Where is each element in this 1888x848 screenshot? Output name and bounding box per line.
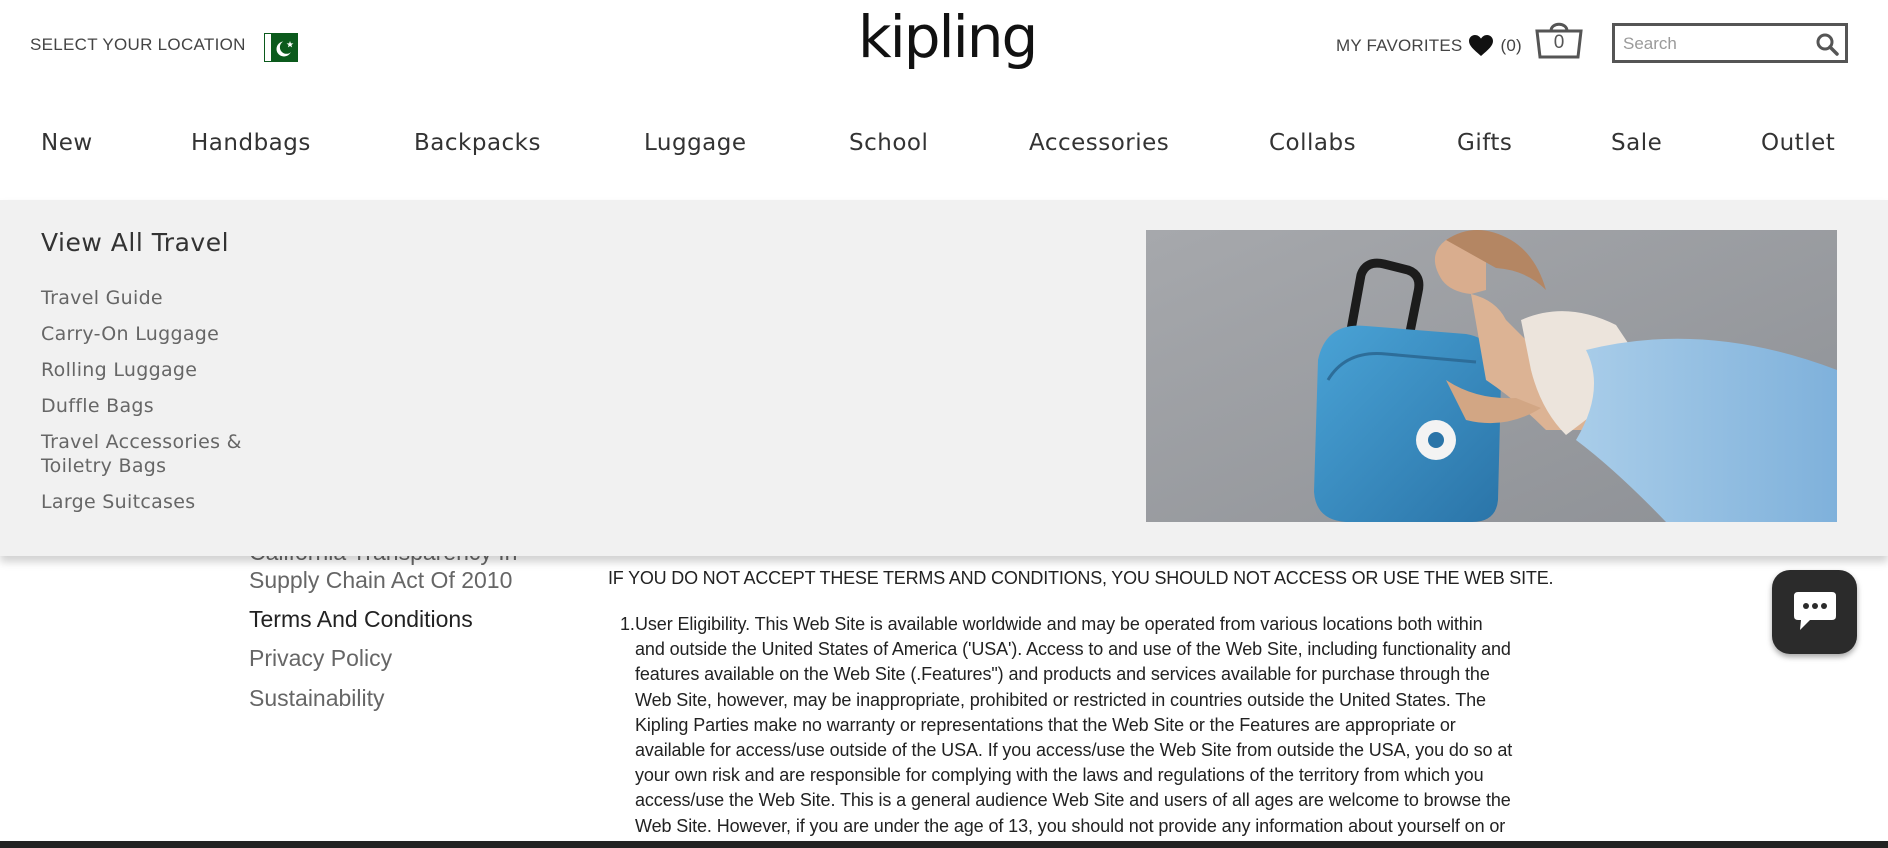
nav-item-collabs[interactable]: Collabs <box>1269 130 1356 156</box>
crescent-star-icon <box>276 40 294 57</box>
terms-line: Web Site. However, if you are under the … <box>635 815 1506 836</box>
shopping-bag-button[interactable]: 0 <box>1534 20 1584 60</box>
view-all-travel-link[interactable]: View All Travel <box>41 228 229 257</box>
terms-item-number: 1. <box>620 614 635 634</box>
nav-item-outlet[interactable]: Outlet <box>1761 130 1835 156</box>
terms-line: features available on the Web Site (.Fea… <box>635 664 1490 685</box>
terms-line: User Eligibility. This Web Site is avail… <box>635 614 1483 634</box>
kipling-logo[interactable]: kipling <box>858 8 1038 66</box>
terms-line: your own risk and are responsible for co… <box>635 765 1484 786</box>
favorites-count: (0) <box>1500 36 1522 55</box>
my-favorites-link[interactable]: MY FAVORITES (0) <box>1336 35 1522 57</box>
pakistan-flag-icon[interactable] <box>264 33 298 62</box>
nav-item-handbags[interactable]: Handbags <box>191 130 311 156</box>
travel-promo-image[interactable] <box>1146 230 1837 522</box>
terms-line: access/use the Web Site. This is a gener… <box>635 790 1511 811</box>
nav-item-new[interactable]: New <box>41 130 93 156</box>
mega-link-carry-on-luggage[interactable]: Carry-On Luggage <box>41 322 219 346</box>
nav-item-accessories[interactable]: Accessories <box>1029 130 1169 156</box>
sidebar-link-privacy[interactable]: Privacy Policy <box>249 645 392 672</box>
terms-line: Kipling Parties make no warranty or repr… <box>635 714 1456 735</box>
bottom-bar <box>0 841 1888 848</box>
woman-with-blue-suitcase-illustration <box>1146 230 1837 522</box>
main-nav: New Handbags Backpacks Luggage School Ac… <box>0 130 1888 170</box>
mega-link-toiletry-bags[interactable]: Toiletry Bags <box>41 454 166 478</box>
mega-link-travel-accessories[interactable]: Travel Accessories & <box>41 430 242 454</box>
favorites-label: MY FAVORITES <box>1336 36 1463 55</box>
search-box <box>1612 23 1848 63</box>
terms-item-1: User Eligibility. This Web Site is avail… <box>635 612 1640 839</box>
search-icon[interactable] <box>1815 32 1839 56</box>
terms-line: and outside the United States of America… <box>635 639 1511 660</box>
flag-white-band <box>265 34 271 61</box>
luggage-mega-menu: View All Travel Travel Guide Carry-On Lu… <box>0 200 1888 556</box>
mega-link-rolling-luggage[interactable]: Rolling Luggage <box>41 358 197 382</box>
chat-button[interactable] <box>1772 570 1857 654</box>
mega-link-travel-guide[interactable]: Travel Guide <box>41 286 163 310</box>
cart-count: 0 <box>1553 32 1565 53</box>
terms-line: Web Site, however, may be inappropriate,… <box>635 689 1486 710</box>
chat-icon <box>1794 592 1836 630</box>
terms-list: 1. User Eligibility. This Web Site is av… <box>620 612 1640 839</box>
sidebar-link-terms[interactable]: Terms And Conditions <box>249 606 473 633</box>
nav-item-luggage[interactable]: Luggage <box>644 130 747 156</box>
terms-line: available for access/use outside of the … <box>635 740 1513 761</box>
nav-item-school[interactable]: School <box>849 130 928 156</box>
select-location-link[interactable]: SELECT YOUR LOCATION <box>30 35 246 55</box>
mega-link-duffle-bags[interactable]: Duffle Bags <box>41 394 154 418</box>
nav-item-backpacks[interactable]: Backpacks <box>414 130 541 156</box>
sidebar-link-sustainability[interactable]: Sustainability <box>249 685 385 712</box>
mega-link-large-suitcases[interactable]: Large Suitcases <box>41 490 195 514</box>
site-header: SELECT YOUR LOCATION kipling MY FAVORITE… <box>0 0 1888 100</box>
nav-item-gifts[interactable]: Gifts <box>1457 130 1512 156</box>
sidebar-link-california-transparency-line2[interactable]: Supply Chain Act Of 2010 <box>249 567 512 594</box>
nav-item-sale[interactable]: Sale <box>1611 130 1662 156</box>
terms-warning: IF YOU DO NOT ACCEPT THESE TERMS AND CON… <box>608 568 1554 588</box>
heart-icon <box>1469 35 1494 56</box>
search-input[interactable] <box>1623 32 1809 56</box>
